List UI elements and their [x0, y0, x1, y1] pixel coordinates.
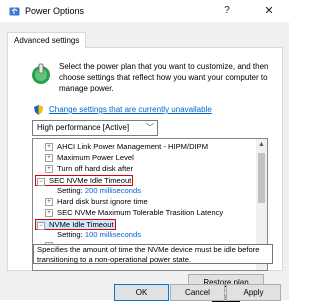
- setting-label: Setting:: [57, 230, 83, 239]
- intro-text: Select the power plan that you want to c…: [59, 62, 269, 93]
- advanced-settings-panel: Select the power plan that you want to c…: [7, 47, 283, 302]
- power-plan-value: High performance [Active]: [37, 123, 130, 132]
- close-button[interactable]: ✕: [262, 4, 276, 18]
- tree-row-sec-nvme-max-tolerable-transition-latency[interactable]: + SEC NVMe Maximum Tolerable Trasition L…: [45, 208, 223, 218]
- power-plan-icon: [32, 63, 50, 84]
- tree-row-hard-disk-burst-ignore-time[interactable]: + Hard disk burst ignore time: [45, 197, 148, 207]
- change-settings-link[interactable]: Change settings that are currently unava…: [49, 105, 212, 114]
- highlight-box: − NVMe Idle Timeout: [35, 219, 116, 230]
- expand-icon[interactable]: +: [45, 198, 53, 206]
- tree-row-label: SEC NVMe Maximum Tolerable Trasition Lat…: [57, 208, 224, 217]
- tree-row-label: SEC NVMe Idle Timeout: [49, 176, 132, 185]
- collapse-icon[interactable]: −: [37, 178, 45, 186]
- power-options-window: Power Options ? ✕ Advanced settings Sele…: [0, 0, 289, 302]
- tree-row-label: AHCI Link Power Management - HIPM/DIPM: [57, 142, 209, 151]
- apply-button[interactable]: Apply: [226, 284, 281, 301]
- setting-value-link[interactable]: 200 milliseconds: [85, 186, 141, 195]
- tree-row-nvme-idle-timeout-setting[interactable]: Setting: 100 milliseconds: [57, 230, 141, 240]
- tab-advanced-settings[interactable]: Advanced settings: [7, 32, 87, 48]
- dialog-body: Advanced settings Select the power plan …: [0, 22, 289, 302]
- tree-row-label: NVMe Idle Timeout: [49, 220, 114, 229]
- tree-row-maximum-power-level[interactable]: + Maximum Power Level: [45, 153, 134, 163]
- title-bar: Power Options ? ✕: [0, 0, 289, 22]
- expand-icon[interactable]: +: [45, 143, 53, 151]
- help-button[interactable]: ?: [220, 4, 234, 18]
- tree-row-sec-nvme-idle-timeout-setting[interactable]: Setting: 200 milliseconds: [57, 186, 141, 196]
- uac-shield-icon: [34, 105, 43, 115]
- tree-row-label: Turn off hard disk after: [57, 164, 133, 173]
- tree-row-nvme-idle-timeout[interactable]: − NVMe Idle Timeout: [35, 219, 116, 230]
- scroll-up-icon[interactable]: ▲: [256, 139, 267, 150]
- tree-row-ahci-link-power-management[interactable]: + AHCI Link Power Management - HIPM/DIPM: [45, 142, 208, 152]
- expand-icon[interactable]: +: [45, 154, 53, 162]
- power-options-icon: [9, 7, 20, 16]
- ok-button[interactable]: OK: [114, 284, 169, 301]
- tree-row-label: Maximum Power Level: [57, 153, 134, 162]
- scroll-thumb[interactable]: [258, 153, 265, 203]
- cancel-button[interactable]: Cancel: [170, 284, 225, 301]
- tooltip: Specifies the amount of time the NVMe de…: [33, 244, 273, 264]
- highlight-box: − SEC NVMe Idle Timeout: [35, 175, 134, 186]
- tree-row-turn-off-hard-disk-after[interactable]: + Turn off hard disk after: [45, 164, 133, 174]
- setting-value-link[interactable]: 100 milliseconds: [85, 230, 141, 239]
- collapse-icon[interactable]: −: [37, 222, 45, 230]
- window-title: Power Options: [25, 6, 85, 16]
- expand-icon[interactable]: +: [45, 165, 53, 173]
- chevron-down-icon: ﹀: [146, 123, 154, 132]
- setting-label: Setting:: [57, 186, 83, 195]
- tree-row-sec-nvme-idle-timeout[interactable]: − SEC NVMe Idle Timeout: [35, 175, 134, 186]
- tree-row-label: Hard disk burst ignore time: [57, 197, 148, 206]
- power-plan-dropdown[interactable]: High performance [Active] ﹀: [32, 120, 158, 136]
- expand-icon[interactable]: +: [45, 209, 53, 217]
